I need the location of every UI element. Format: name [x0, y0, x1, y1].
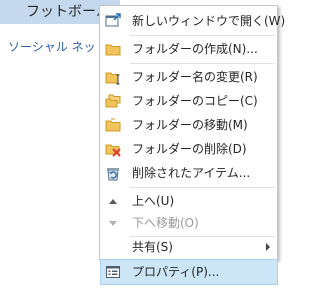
menu-item-move-up[interactable]: 上へ(U): [101, 190, 276, 212]
screen: フットボール チーム ソーシャル ネットワーク 新しいウィンドウで開く(W) フ…: [0, 0, 287, 292]
menu-item-label: フォルダー名の変更(R): [132, 70, 258, 84]
menu-item-label: 新しいウィンドウで開く(W): [132, 14, 286, 28]
menu-item-label: フォルダーの削除(D): [132, 142, 247, 156]
recover-deleted-items-icon: [105, 165, 121, 181]
menu-item-label: 上へ(U): [132, 194, 175, 208]
menu-separator: [130, 187, 275, 188]
context-menu: 新しいウィンドウで開く(W) フォルダーの作成(N)... フォルダー名の変更(…: [99, 5, 285, 260]
menu-separator: [130, 35, 275, 36]
submenu-arrow-icon: [266, 243, 270, 251]
menu-item-properties[interactable]: プロパティ(P)...: [100, 259, 278, 285]
menu-item-move-folder[interactable]: フォルダーの移動(M): [101, 114, 276, 136]
rename-folder-icon: [105, 69, 121, 85]
menu-item-create-folder[interactable]: フォルダーの作成(N)...: [101, 38, 276, 60]
menu-item-open-new-window[interactable]: 新しいウィンドウで開く(W): [101, 10, 285, 32]
menu-item-copy-folder[interactable]: フォルダーのコピー(C): [101, 90, 276, 112]
copy-folder-icon: [105, 93, 121, 109]
menu-item-label: フォルダーの作成(N)...: [132, 42, 258, 56]
folder-icon: [105, 41, 121, 57]
arrow-up-icon: [105, 193, 121, 209]
move-folder-icon: [105, 117, 121, 133]
new-window-icon: [105, 13, 121, 29]
arrow-down-icon: [105, 215, 121, 231]
menu-item-move-down[interactable]: 下へ移動(O): [101, 212, 276, 234]
menu-item-delete-folder[interactable]: フォルダーの削除(D): [101, 138, 276, 160]
menu-item-rename-folder[interactable]: フォルダー名の変更(R): [101, 66, 276, 88]
menu-item-label: 共有(S): [132, 240, 173, 254]
menu-item-label: プロパティ(P)...: [132, 265, 220, 279]
menu-item-share[interactable]: 共有(S): [101, 237, 276, 257]
menu-item-label: 削除されたアイテム...: [132, 166, 251, 180]
menu-item-label: 下へ移動(O): [132, 216, 199, 230]
menu-separator: [130, 63, 275, 64]
menu-item-label: フォルダーの移動(M): [132, 118, 248, 132]
menu-item-recover-deleted-items[interactable]: 削除されたアイテム...: [101, 162, 276, 184]
menu-item-label: フォルダーのコピー(C): [132, 94, 258, 108]
properties-icon: [105, 264, 121, 280]
delete-folder-icon: [105, 141, 121, 157]
